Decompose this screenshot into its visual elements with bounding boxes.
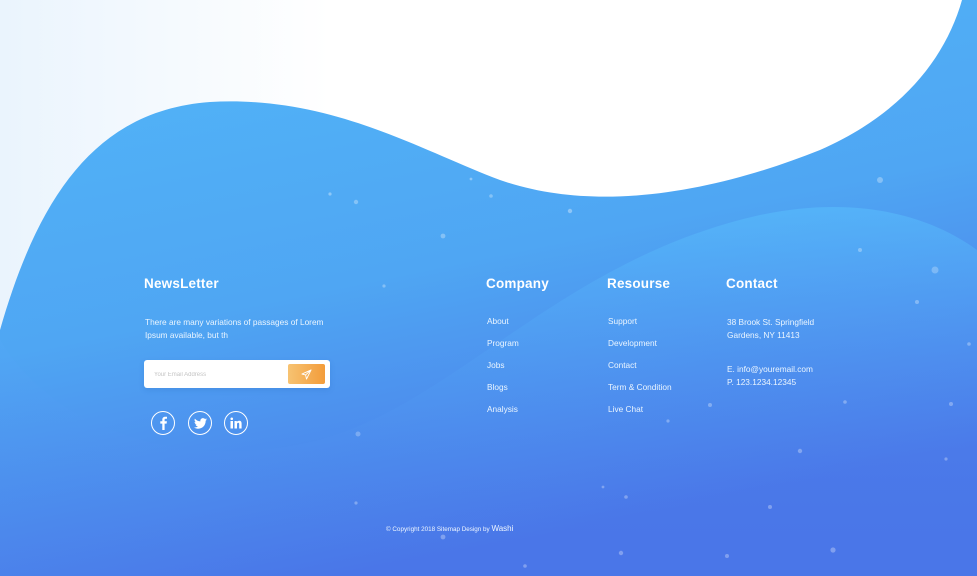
resource-title: Resourse [607, 276, 671, 291]
resource-link-development[interactable]: Development [608, 338, 672, 360]
facebook-link[interactable] [151, 411, 175, 435]
resource-link-live-chat[interactable]: Live Chat [608, 404, 672, 426]
paper-plane-icon [301, 368, 312, 380]
address-line-1: 38 Brook St. Springfield [727, 317, 815, 327]
resource-link-contact[interactable]: Contact [608, 360, 672, 382]
company-link-analysis[interactable]: Analysis [487, 404, 519, 426]
address-line-2: Gardens, NY 11413 [727, 330, 800, 340]
company-link-blogs[interactable]: Blogs [487, 382, 519, 404]
company-links: About Program Jobs Blogs Analysis [487, 316, 519, 426]
contact-title: Contact [726, 276, 778, 291]
newsletter-title: NewsLetter [144, 276, 219, 291]
contact-address: 38 Brook St. Springfield Gardens, NY 114… [727, 316, 814, 342]
contact-email[interactable]: E. info@youremail.com [727, 363, 813, 376]
company-link-program[interactable]: Program [487, 338, 519, 360]
email-input[interactable] [152, 365, 281, 385]
facebook-icon [160, 416, 167, 430]
company-link-about[interactable]: About [487, 316, 519, 338]
company-link-jobs[interactable]: Jobs [487, 360, 519, 382]
copyright-text: © Copyright 2018 Sitemap Design by [386, 526, 490, 533]
linkedin-link[interactable] [224, 411, 248, 435]
resource-links: Support Development Contact Term & Condi… [608, 316, 672, 426]
twitter-icon [193, 417, 207, 429]
twitter-link[interactable] [188, 411, 212, 435]
resource-link-terms[interactable]: Term & Condition [608, 382, 672, 404]
copyright-brand[interactable]: Washi [491, 524, 513, 533]
linkedin-icon [230, 417, 242, 429]
newsletter-description: There are many variations of passages of… [145, 317, 324, 340]
subscribe-button[interactable] [288, 364, 325, 384]
resource-link-support[interactable]: Support [608, 316, 672, 338]
contact-phone: P. 123.1234.12345 [727, 377, 797, 387]
copyright: © Copyright 2018 Sitemap Design by Washi [386, 524, 513, 533]
site-footer: NewsLetter There are many variations of … [0, 0, 977, 576]
company-title: Company [486, 276, 549, 291]
newsletter-form [144, 360, 330, 388]
